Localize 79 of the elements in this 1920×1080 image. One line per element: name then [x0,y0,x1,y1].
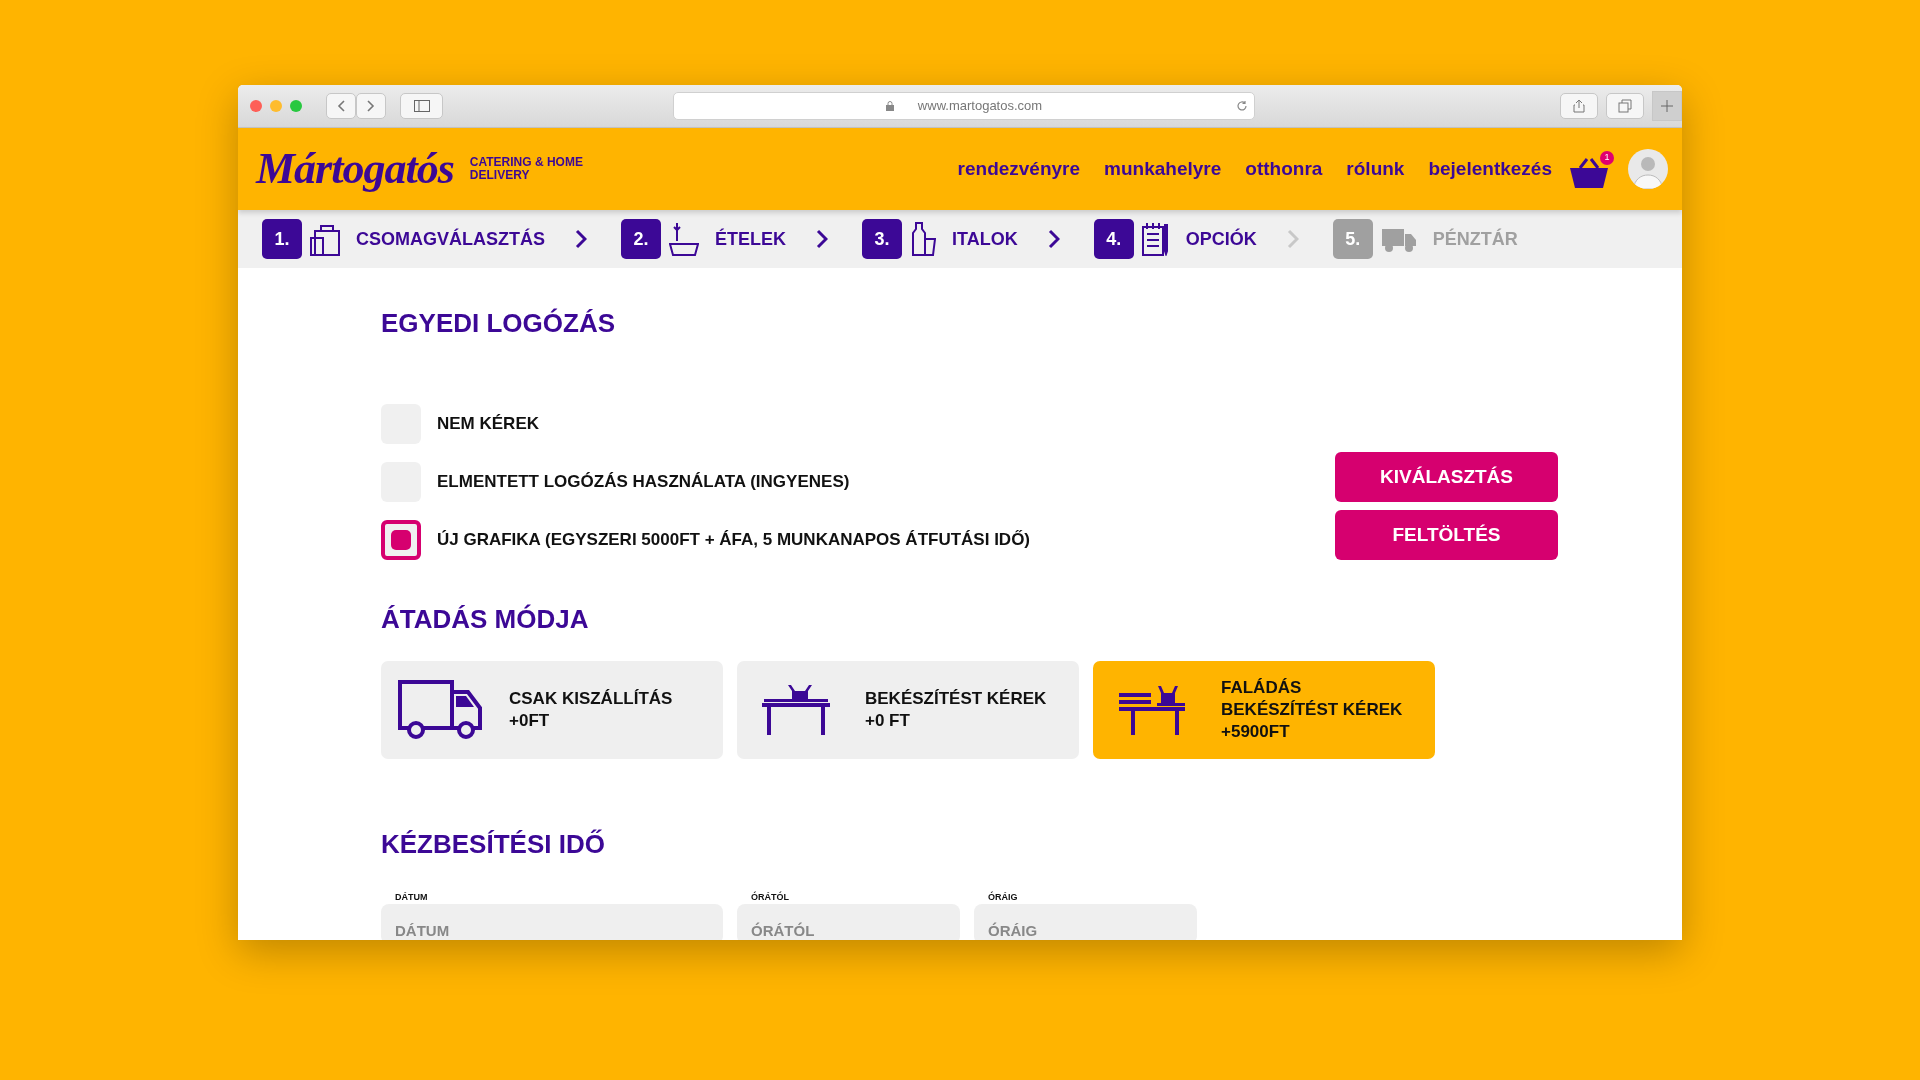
window-control-icon[interactable] [290,100,302,112]
url-text: www.martogatos.com [917,97,1043,116]
option-label: NEM KÉREK [437,413,539,436]
back-button[interactable] [326,93,356,119]
table-icon [762,685,830,736]
step-label: CSOMAGVÁLASZTÁS [356,227,545,251]
tabs-button[interactable] [1606,93,1644,119]
option-text: BEKÉSZÍTÉST KÉREK [865,688,1047,711]
bag-icon [310,222,340,256]
chevron-icon [1047,229,1060,249]
chevron-icon [816,229,828,249]
option-label: ELMENTETT LOGÓZÁS HASZNÁLATA (INGYENES) [437,471,850,494]
back-icon [337,100,345,112]
step-number: 2. [621,219,661,259]
action-button[interactable]: KIVÁLASZTÁS [1335,452,1558,503]
plus-icon [1661,100,1673,112]
section-title: EGYEDI LOGÓZÁS [381,308,617,340]
input-field[interactable]: DÁTUM [381,904,723,940]
field-label: DÁTUM [395,890,429,904]
step[interactable]: 3. ITALOK [862,219,1018,259]
step-number: 1. [262,219,302,259]
step[interactable]: 2. ÉTELEK [621,219,786,259]
field-label: ÓRÁIG [988,890,1019,904]
option-text: BEKÉSZÍTÉST KÉREK [1221,699,1403,722]
cart-count: 1 [1600,151,1614,165]
nav-link[interactable]: bejelentkezés [1428,154,1552,184]
action-button[interactable]: FELTÖLTÉS [1335,510,1558,561]
cart-button[interactable]: 1 [1570,149,1616,189]
section-title: ÁTADÁS MÓDJA [381,604,590,636]
step-label: OPCIÓK [1185,227,1257,251]
lock-icon [885,101,894,111]
reload-icon [1236,100,1248,112]
address-bar[interactable]: www.martogatos.com [673,92,1255,120]
sidebar-button[interactable] [400,93,443,119]
share-icon [1573,99,1585,113]
input-field[interactable]: ÓRÁTÓL [737,904,960,940]
option-text: FALÁDÁS [1221,677,1303,700]
window-control-icon[interactable] [250,100,262,112]
forward-icon [367,100,375,112]
delivery-option[interactable]: FALÁDÁS BEKÉSZÍTÉST KÉREK +5900FT [1093,661,1435,760]
nav-link[interactable]: munkahelyre [1104,154,1222,184]
bench-table-icon [1119,685,1185,736]
delivery-option[interactable]: CSAK KISZÁLLÍTÁS +0FT [381,661,723,760]
step-label: ITALOK [952,227,1018,251]
option-text: +0FT [509,710,551,733]
chevron-icon [575,229,587,249]
step-label: PÉNZTÁR [1432,227,1518,251]
tabs-icon [1618,99,1632,113]
step-number: 4. [1093,219,1134,259]
sidebar-icon [413,100,430,112]
bottle-glass-icon [910,222,936,256]
option-text: +5900FT [1221,721,1291,744]
forward-button[interactable] [356,93,386,119]
option-text: +0 FT [865,710,911,733]
option-text: CSAK KISZÁLLÍTÁS [509,688,673,711]
step[interactable]: 4. OPCIÓK [1093,219,1257,259]
nav-link[interactable]: rendezvényre [957,154,1081,184]
nav-link[interactable]: otthonra [1245,154,1323,184]
option-label: ÚJ GRAFIKA (EGYSZERI 5000FT + ÁFA, 5 MUNKANAPOS ÁTFUTÁSI IDŐ) [437,529,1031,552]
logo[interactable]: Mártogatós [256,136,454,202]
field-label: ÓRÁTÓL [751,890,790,904]
window-control-icon[interactable] [270,100,282,112]
delivery-option[interactable]: BEKÉSZÍTÉST KÉREK +0 FT [737,661,1079,760]
tagline: CATERING & HOME DELIVERY [469,156,584,182]
nav-link[interactable]: rólunk [1346,154,1405,184]
carrot-bowl-icon [669,222,699,256]
chevron-icon [1286,229,1299,249]
step-number: 5. [1332,219,1373,259]
truck-icon [398,680,482,741]
avatar[interactable] [1628,149,1668,189]
step-label: ÉTELEK [715,227,786,251]
new-tab-button[interactable] [1652,91,1682,121]
radio-button[interactable] [381,520,421,561]
step-number: 3. [862,219,902,259]
section-title: KÉZBESÍTÉSI IDŐ [381,829,606,861]
notepad-icon [1141,222,1170,256]
input-field[interactable]: ÓRÁIG [974,904,1197,940]
share-button[interactable] [1560,93,1598,119]
step[interactable]: 1. CSOMAGVÁLASZTÁS [262,219,545,259]
